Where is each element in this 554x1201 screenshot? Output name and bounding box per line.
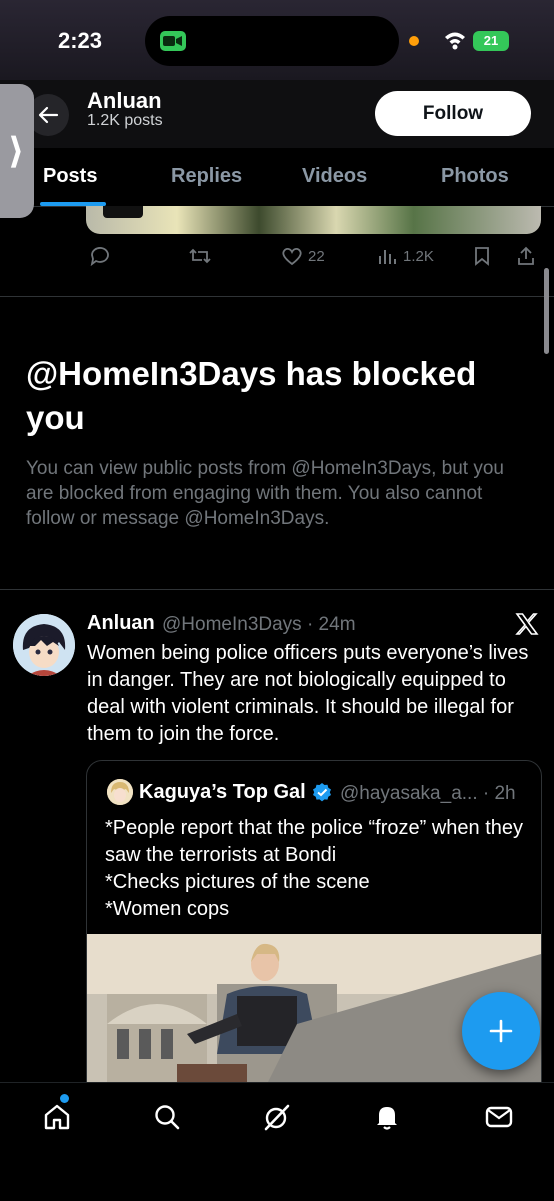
like-action[interactable]: 22 [281, 246, 325, 266]
reply-icon [90, 247, 109, 266]
status-time: 2:23 [58, 28, 103, 53]
repost-icon [189, 248, 211, 264]
compose-button[interactable] [462, 992, 540, 1070]
grok-icon[interactable] [260, 1100, 294, 1134]
tab-replies[interactable]: Replies [171, 165, 242, 188]
quote-avatar [107, 779, 133, 805]
like-count: 22 [308, 247, 325, 265]
reply-action[interactable] [88, 246, 110, 266]
bookmark-icon [475, 247, 489, 266]
notification-dot [60, 1094, 69, 1103]
tab-videos[interactable]: Videos [302, 165, 367, 188]
gif-badge [103, 206, 143, 218]
blocked-title: @HomeIn3Days has blocked you [26, 355, 477, 436]
arrow-left-icon [38, 106, 59, 124]
battery-indicator: 21 [473, 31, 509, 51]
view-count: 1.2K [403, 247, 434, 265]
verified-badge-icon [312, 782, 332, 807]
chevron-right-icon: ⟩ [8, 130, 25, 171]
divider [0, 296, 554, 297]
quote-line: *People report that the police “froze” w… [105, 817, 524, 866]
tab-photos[interactable]: Photos [441, 165, 509, 188]
x-logo-icon [515, 612, 539, 641]
tweet-handle-time: @HomeIn3Days · 24m [162, 614, 356, 635]
heart-icon [282, 247, 302, 266]
share-icon [518, 246, 534, 265]
scrollbar[interactable] [544, 268, 549, 354]
facetime-icon [160, 31, 186, 51]
avatar[interactable] [13, 614, 75, 676]
blocked-description: You can view public posts from @HomeIn3D… [26, 458, 504, 529]
header-name: Anluan [87, 88, 162, 113]
share-action[interactable] [516, 246, 536, 266]
quote-line: *Women cops [105, 898, 230, 920]
views-icon [379, 250, 396, 264]
tweet-text: Women being police officers puts everyon… [87, 642, 529, 745]
follow-button[interactable]: Follow [375, 91, 531, 136]
notifications-bell-icon[interactable] [370, 1100, 404, 1134]
quote-handle-time: @hayasaka_a... · 2h [340, 783, 516, 804]
header-post-count: 1.2K posts [87, 112, 163, 129]
search-icon[interactable] [150, 1100, 184, 1134]
wifi-icon [443, 30, 467, 55]
messages-icon[interactable] [482, 1100, 516, 1134]
repost-action[interactable] [188, 246, 212, 266]
bookmark-action[interactable] [473, 246, 491, 266]
privacy-indicator-dot [409, 36, 419, 46]
home-icon[interactable] [40, 1100, 74, 1134]
quote-line: *Checks pictures of the scene [105, 871, 370, 893]
divider [0, 589, 554, 590]
plus-icon [489, 1019, 513, 1043]
views-action[interactable]: 1.2K [377, 246, 434, 266]
tab-posts[interactable]: Posts [43, 165, 97, 188]
previous-post-media[interactable] [86, 206, 541, 234]
quote-author-name: Kaguya’s Top Gal [139, 781, 306, 803]
tweet-author-name[interactable]: Anluan [87, 612, 155, 635]
quote-text: *People report that the police “froze” w… [105, 815, 535, 923]
